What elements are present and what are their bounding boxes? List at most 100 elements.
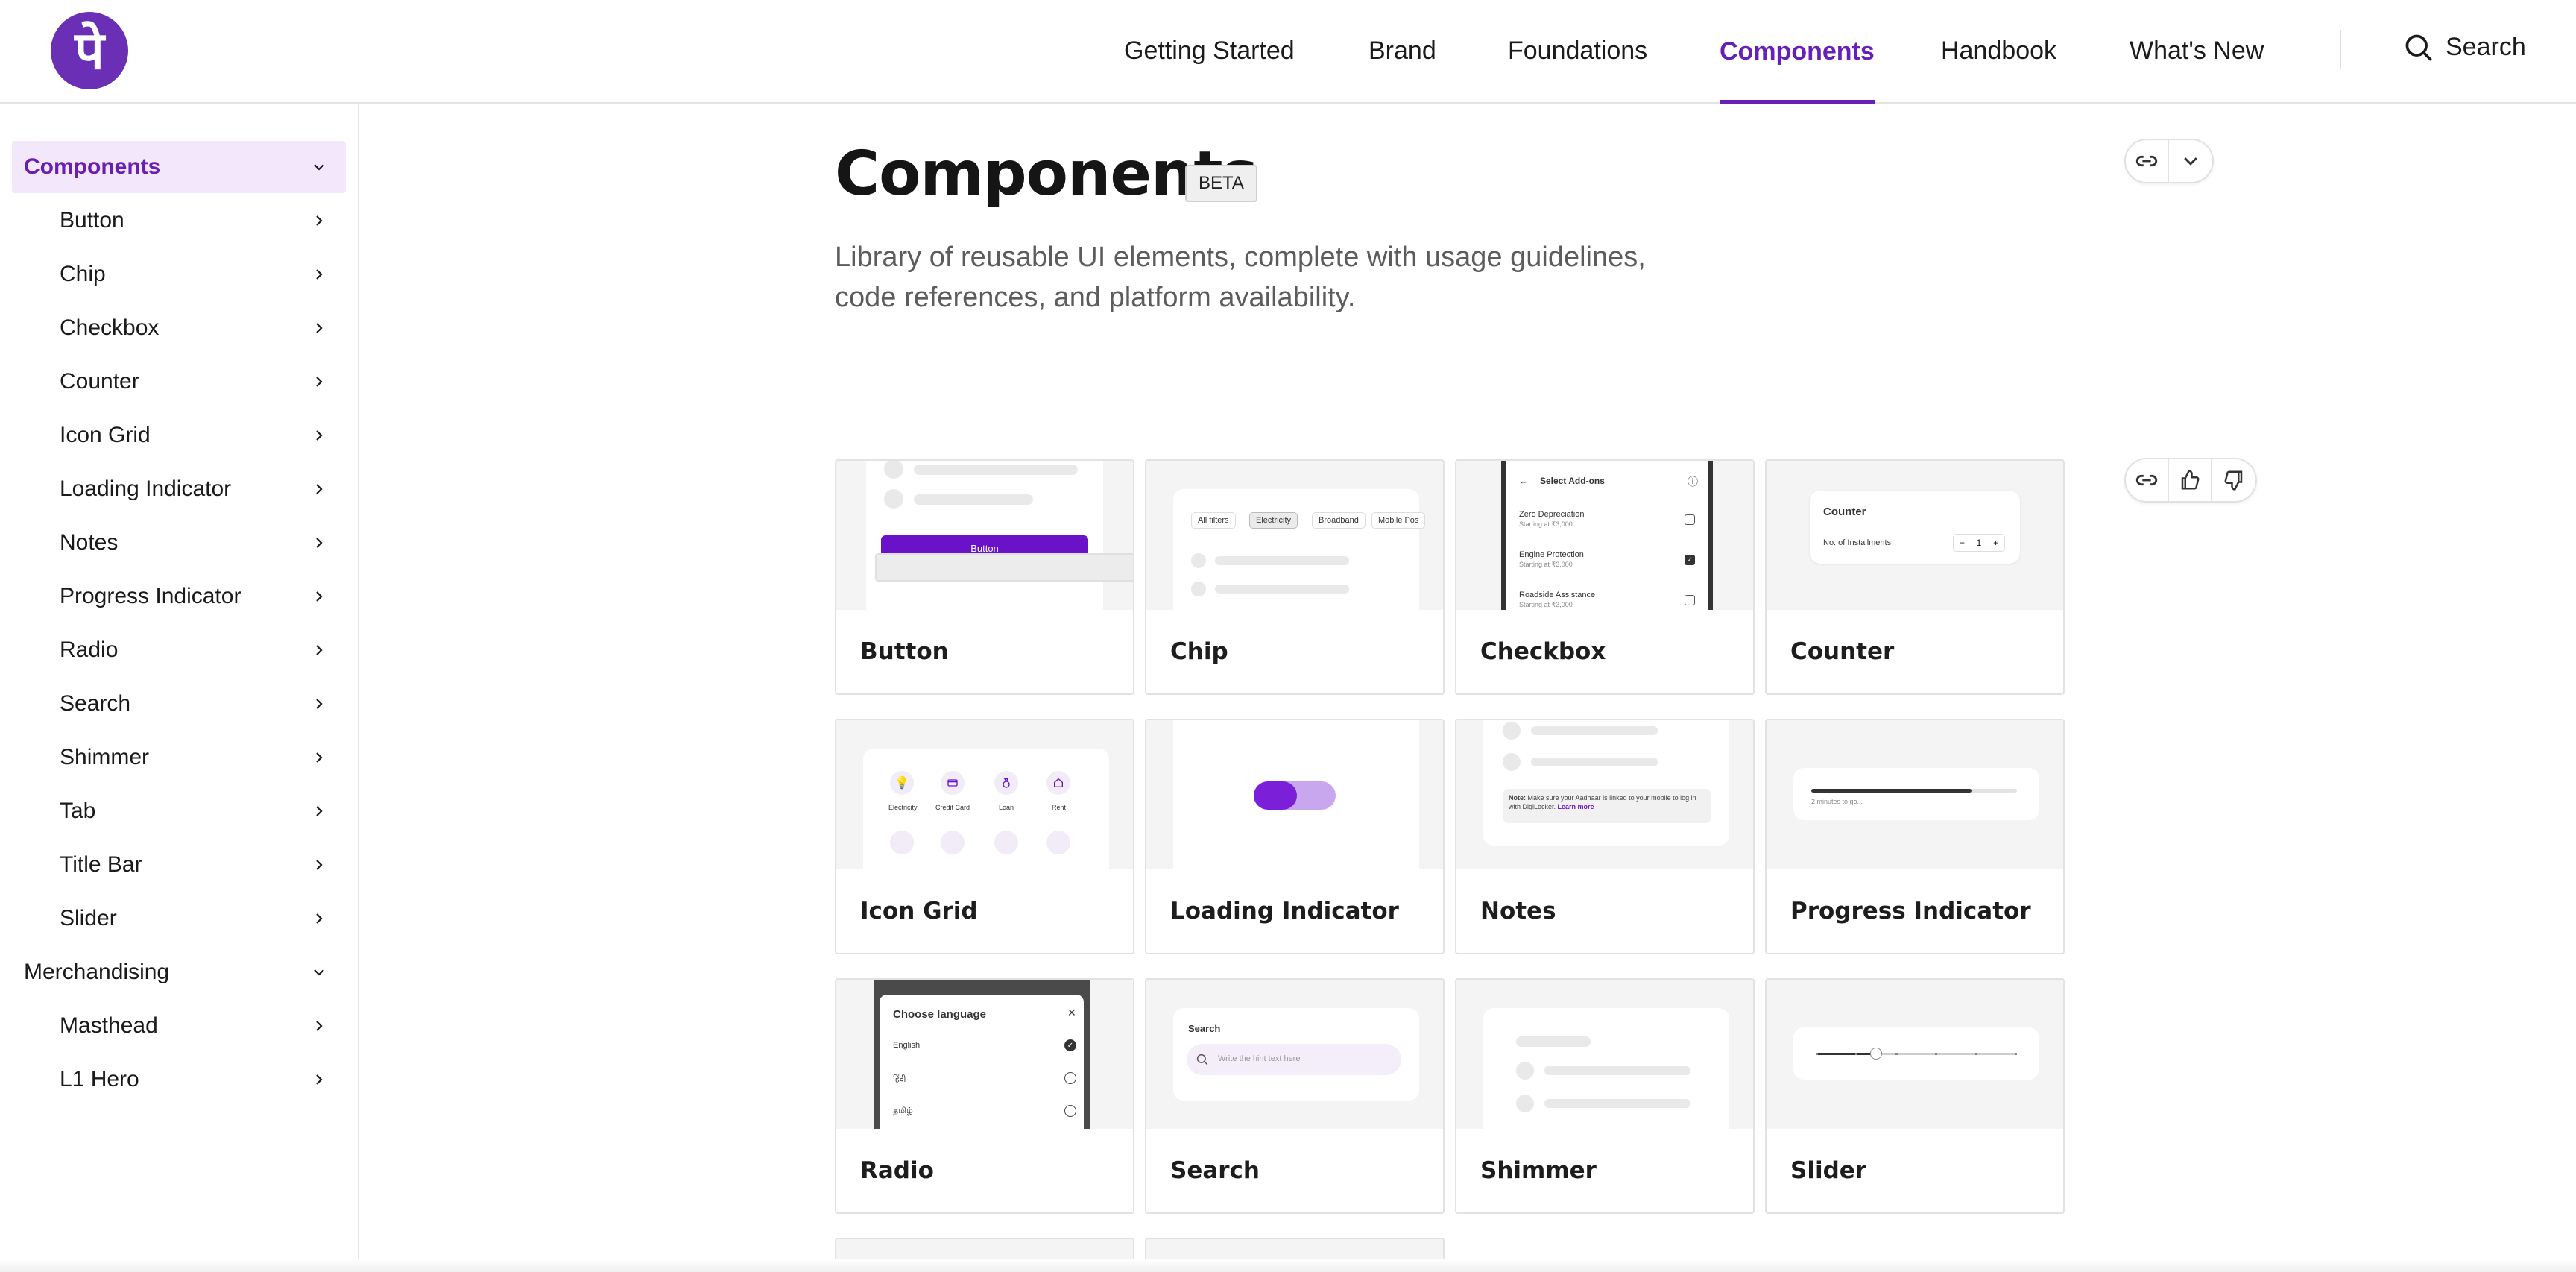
preview-counter-stepper: − 1 +: [1953, 534, 2005, 552]
more-options-button[interactable]: [2169, 140, 2212, 182]
chevron-right-icon: [312, 1072, 326, 1087]
search-nav-label: Search: [2446, 33, 2526, 61]
chevron-right-icon: [312, 213, 326, 228]
preview-sheet-title: Select Add-ons: [1540, 476, 1605, 486]
sidebar-group-components[interactable]: Components: [12, 141, 346, 193]
radio-option-label: தமிழ்: [893, 1106, 913, 1115]
sidebar-item-label: L1 Hero: [60, 1067, 139, 1092]
minus-icon: −: [1959, 538, 1965, 548]
sidebar-item-radio[interactable]: Radio: [12, 624, 346, 676]
nav-handbook[interactable]: Handbook: [1941, 0, 2056, 102]
chevron-right-icon: [312, 267, 326, 282]
preview-search-placeholder: Write the hint text here: [1218, 1054, 1301, 1063]
checkbox-unchecked: [1685, 514, 1695, 525]
chevron-right-icon: [312, 321, 326, 336]
preview-search-title: Search: [1188, 1023, 1221, 1034]
copy-link-button[interactable]: [2126, 140, 2169, 182]
sidebar-item-progress-indicator[interactable]: Progress Indicator: [12, 570, 346, 623]
slider-track: [1816, 1048, 2017, 1060]
thumbs-down-icon: [2224, 470, 2243, 491]
preview-option-name: Roadside Assistance: [1519, 591, 1596, 599]
component-card-checkbox[interactable]: ← Select Add-ons ⓘ Zero Depreciation Sta…: [1455, 459, 1755, 695]
card-label: Checkbox: [1480, 638, 1606, 665]
preview-chip: All filters: [1191, 512, 1236, 529]
component-card-icon-grid[interactable]: 💡 Electricity Credit Card Loan Rent Icon…: [835, 719, 1134, 954]
car-icon: [994, 831, 1018, 854]
preview-chip-selected: Electricity: [1249, 512, 1298, 529]
sidebar-item-slider[interactable]: Slider: [12, 892, 346, 945]
card-label: Loading Indicator: [1170, 898, 1399, 925]
sidebar-item-button[interactable]: Button: [12, 195, 346, 247]
sidebar-item-label: Chip: [60, 262, 106, 286]
sidebar-item-counter[interactable]: Counter: [12, 356, 346, 408]
radio-selected: ✓: [1064, 1039, 1076, 1051]
component-card-counter[interactable]: Counter No. of Installments − 1 + Counte…: [1765, 459, 2065, 695]
description-line: code references, and platform availabili…: [835, 282, 1356, 313]
chevron-right-icon: [312, 911, 326, 926]
component-card-button[interactable]: Button Button: [835, 459, 1134, 695]
component-card-chip[interactable]: All filters Electricity Broadband Mobile…: [1145, 459, 1445, 695]
chevron-right-icon: [312, 750, 326, 765]
thumbs-up-button[interactable]: [2169, 459, 2212, 501]
card-label: Chip: [1170, 638, 1228, 665]
component-card-slider[interactable]: Slider: [1765, 978, 2065, 1214]
copy-link-button[interactable]: [2126, 459, 2169, 501]
sidebar-item-chip[interactable]: Chip: [12, 248, 346, 300]
chevron-down-icon: [312, 965, 326, 980]
chevron-right-icon: [312, 374, 326, 389]
nav-whats-new[interactable]: What's New: [2130, 0, 2264, 102]
thumbs-down-button[interactable]: [2212, 459, 2255, 501]
sidebar-item-loading-indicator[interactable]: Loading Indicator: [12, 463, 346, 515]
sidebar-item-checkbox[interactable]: Checkbox: [12, 302, 346, 354]
nav-foundations[interactable]: Foundations: [1508, 0, 1647, 102]
checkbox-checked: ✓: [1685, 555, 1695, 565]
page-description: Library of reusable UI elements, complet…: [835, 237, 1699, 318]
sidebar-item-masthead[interactable]: Masthead: [12, 1000, 346, 1052]
sidebar-item-tab[interactable]: Tab: [12, 785, 346, 837]
component-card-shimmer[interactable]: Shimmer: [1455, 978, 1755, 1214]
sidebar-item-search[interactable]: Search: [12, 678, 346, 730]
progress-track: [1811, 789, 2017, 793]
sidebar-group-merchandising[interactable]: Merchandising: [12, 946, 346, 998]
component-card-notes[interactable]: Note: Make sure your Aadhaar is linked t…: [1455, 719, 1755, 954]
sidebar-item-l1-hero[interactable]: L1 Hero: [12, 1054, 346, 1106]
card-label: Search: [1170, 1157, 1260, 1184]
progress-fill: [1811, 789, 1972, 793]
loading-indicator-preview: [1146, 720, 1443, 869]
component-card-search[interactable]: Search Write the hint text here Search: [1145, 978, 1445, 1214]
thumbs-up-icon: [2181, 470, 2200, 490]
sidebar-item-label: Counter: [60, 369, 139, 394]
link-icon: [2135, 474, 2158, 486]
sidebar-item-title-bar[interactable]: Title Bar: [12, 839, 346, 891]
page-actions: [2124, 139, 2214, 183]
link-icon: [2135, 155, 2158, 167]
slider-thumb: [1870, 1048, 1882, 1060]
sidebar-item-label: Shimmer: [60, 745, 150, 769]
counter-preview: Counter No. of Installments − 1 +: [1767, 461, 2063, 610]
sidebar-group-label: Merchandising: [24, 960, 170, 984]
component-card-loading-indicator[interactable]: Loading Indicator: [1145, 719, 1445, 954]
bottom-edge: [0, 1259, 2576, 1272]
sidebar-item-notes[interactable]: Notes: [12, 517, 346, 569]
card-label: Slider: [1790, 1157, 1867, 1184]
help-icon: ⓘ: [1688, 476, 1698, 488]
chevron-down-icon: [2184, 157, 2197, 166]
chevron-right-icon: [312, 696, 326, 711]
credit-card-icon: [941, 771, 965, 795]
search-nav-button[interactable]: Search: [2402, 0, 2526, 95]
radio-option-label: English: [893, 1041, 921, 1050]
nav-components[interactable]: Components: [1720, 0, 1875, 104]
nav-getting-started[interactable]: Getting Started: [1124, 0, 1295, 102]
sidebar-item-shimmer[interactable]: Shimmer: [12, 731, 346, 784]
component-card-progress-indicator[interactable]: 2 minutes to go... Progress Indicator: [1765, 719, 2065, 954]
nav-brand[interactable]: Brand: [1368, 0, 1436, 102]
preview-counter-title: Counter: [1823, 506, 1866, 518]
money-bag-icon: [994, 771, 1018, 795]
preview-radio-title: Choose language: [893, 1008, 987, 1021]
notes-preview: Note: Make sure your Aadhaar is linked t…: [1456, 720, 1753, 869]
sidebar-item-icon-grid[interactable]: Icon Grid: [12, 409, 346, 462]
icon-grid-label: Credit Card: [935, 804, 970, 811]
brand-logo[interactable]: पे: [51, 12, 128, 89]
component-card-radio[interactable]: Choose language ✕ English ✓ हिंदी தமிழ் …: [835, 978, 1134, 1214]
card-label: Shimmer: [1480, 1157, 1597, 1184]
